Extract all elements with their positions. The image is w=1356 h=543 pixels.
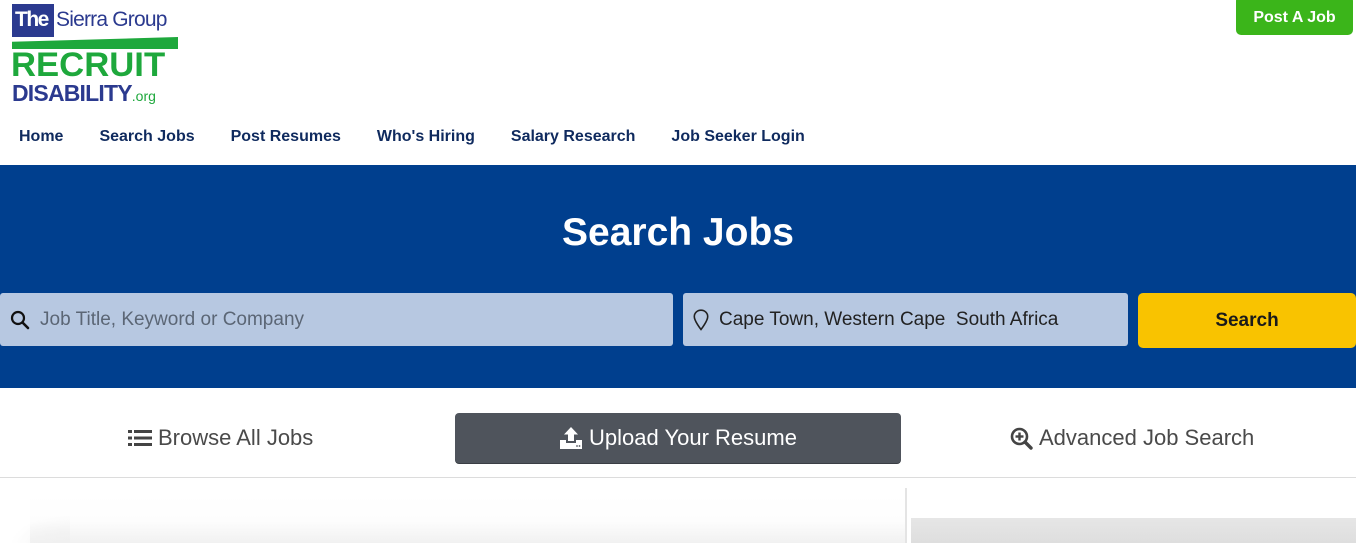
logo-recruit-text: RECRUIT — [11, 46, 166, 84]
advanced-job-search-label: Advanced Job Search — [1039, 425, 1255, 450]
nav-item-post-resumes[interactable]: Post Resumes — [231, 126, 341, 150]
upload-resume-button[interactable]: Upload Your Resume — [455, 413, 901, 463]
browse-all-jobs-label: Browse All Jobs — [158, 425, 314, 450]
site-header: The Sierra Group RECRUIT DISABILITY.org … — [0, 0, 1356, 165]
sidebar-panel — [911, 518, 1356, 543]
search-button[interactable]: Search — [1138, 293, 1356, 348]
advanced-job-search-link[interactable]: Advanced Job Search — [1010, 425, 1254, 451]
site-logo[interactable]: The Sierra Group RECRUIT DISABILITY.org — [11, 4, 180, 105]
logo-org-text: .org — [131, 88, 156, 104]
logo-disability-text: DISABILITY.org — [12, 81, 156, 108]
upload-resume-label: Upload Your Resume — [589, 425, 797, 450]
location-input[interactable] — [719, 293, 1128, 346]
nav-item-home[interactable]: Home — [19, 126, 63, 150]
nav-item-job-seeker-login[interactable]: Job Seeker Login — [671, 126, 804, 150]
logo-sierra-text: Sierra Group — [56, 8, 167, 31]
map-pin-icon — [683, 308, 719, 331]
post-a-job-button[interactable]: Post A Job — [1236, 0, 1353, 35]
browse-all-jobs-link[interactable]: Browse All Jobs — [128, 425, 313, 451]
location-field[interactable] — [683, 293, 1128, 346]
keyword-field[interactable] — [0, 293, 673, 346]
column-divider — [905, 488, 907, 543]
keyword-input[interactable] — [40, 293, 673, 346]
logo-disability-word: DISABILITY — [12, 80, 133, 106]
list-icon — [128, 430, 152, 446]
nav-item-search-jobs[interactable]: Search Jobs — [99, 126, 194, 150]
search-title: Search Jobs — [562, 211, 794, 254]
search-icon — [0, 310, 40, 330]
main-nav: Home Search Jobs Post Resumes Who's Hiri… — [0, 126, 822, 150]
nav-item-whos-hiring[interactable]: Who's Hiring — [377, 126, 475, 150]
search-band: Search Jobs Search — [0, 165, 1356, 388]
zoom-in-icon — [1010, 427, 1033, 450]
nav-item-salary-research[interactable]: Salary Research — [511, 126, 636, 150]
upload-icon — [560, 427, 583, 449]
quick-actions: Browse All Jobs Upload Your Resume Advan… — [0, 388, 1356, 478]
main-content-panel — [10, 495, 905, 543]
logo-the-text: The — [15, 8, 49, 31]
